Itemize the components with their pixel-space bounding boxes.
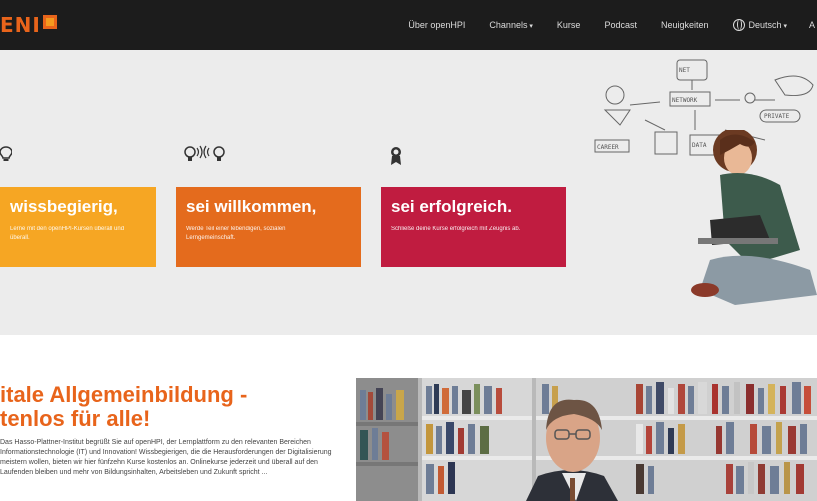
award-icon: [391, 147, 401, 165]
card-curious[interactable]: wissbegierig, Lerne mit den openHPI-Kurs…: [0, 187, 156, 267]
signal-bulb-icon: [184, 145, 225, 161]
student-with-laptop-illustration: [691, 130, 817, 305]
language-label: Deutsch: [749, 20, 788, 30]
sketch-label: PRIVATE: [764, 113, 790, 120]
card-successful[interactable]: sei erfolgreich. Schließe deine Kurse er…: [381, 187, 566, 267]
top-navbar: ENI Über openHPI Channels Kurse Podcast …: [0, 0, 817, 50]
nav-link-podcast[interactable]: Podcast: [604, 20, 637, 30]
nav-link-news[interactable]: Neuigkeiten: [661, 20, 709, 30]
nav-link-about[interactable]: Über openHPI: [408, 20, 465, 30]
nav-link-cut[interactable]: A: [809, 20, 817, 30]
globe-icon: [732, 19, 745, 31]
language-selector[interactable]: Deutsch: [732, 19, 788, 31]
card-text: Werde Teil einer lebendigen, sozialen Le…: [186, 226, 286, 241]
logo-mark-icon: [42, 15, 57, 29]
nav-link-courses[interactable]: Kurse: [557, 20, 581, 30]
sketch-label: NETWORK: [672, 97, 698, 104]
intro-text: Das Hasso-Plattner-Institut begrüßt Sie …: [0, 439, 332, 476]
nav-links: Über openHPI Channels Kurse Podcast Neui…: [408, 0, 817, 50]
intro-heading-line: itale Allgemeinbildung -: [0, 382, 248, 407]
sketch-label: NET: [679, 67, 690, 74]
card-text: Schließe deine Kurse erfolgreich mit Zeu…: [391, 226, 521, 232]
card-title: wissbegierig,: [10, 197, 118, 216]
card-welcome[interactable]: sei willkommen, Werde Teil einer lebendi…: [176, 187, 361, 267]
card-title: sei erfolgreich.: [391, 197, 512, 216]
logo-text: ENI: [0, 13, 41, 37]
openhpi-logo[interactable]: ENI: [0, 13, 57, 37]
sketch-label: CAREER: [597, 144, 619, 151]
intro-video-player[interactable]: [356, 378, 817, 501]
lightbulb-icon: [0, 146, 12, 161]
intro-heading: itale Allgemeinbildung - tenlos für alle…: [0, 383, 320, 431]
intro-heading-line: tenlos für alle!: [0, 406, 151, 431]
hero-banner: wissbegierig, Lerne mit den openHPI-Kurs…: [0, 50, 817, 335]
card-text: Lerne mit den openHPI-Kursen überall und…: [10, 226, 125, 241]
nav-link-channels[interactable]: Channels: [489, 20, 533, 30]
card-title: sei willkommen,: [186, 197, 317, 216]
